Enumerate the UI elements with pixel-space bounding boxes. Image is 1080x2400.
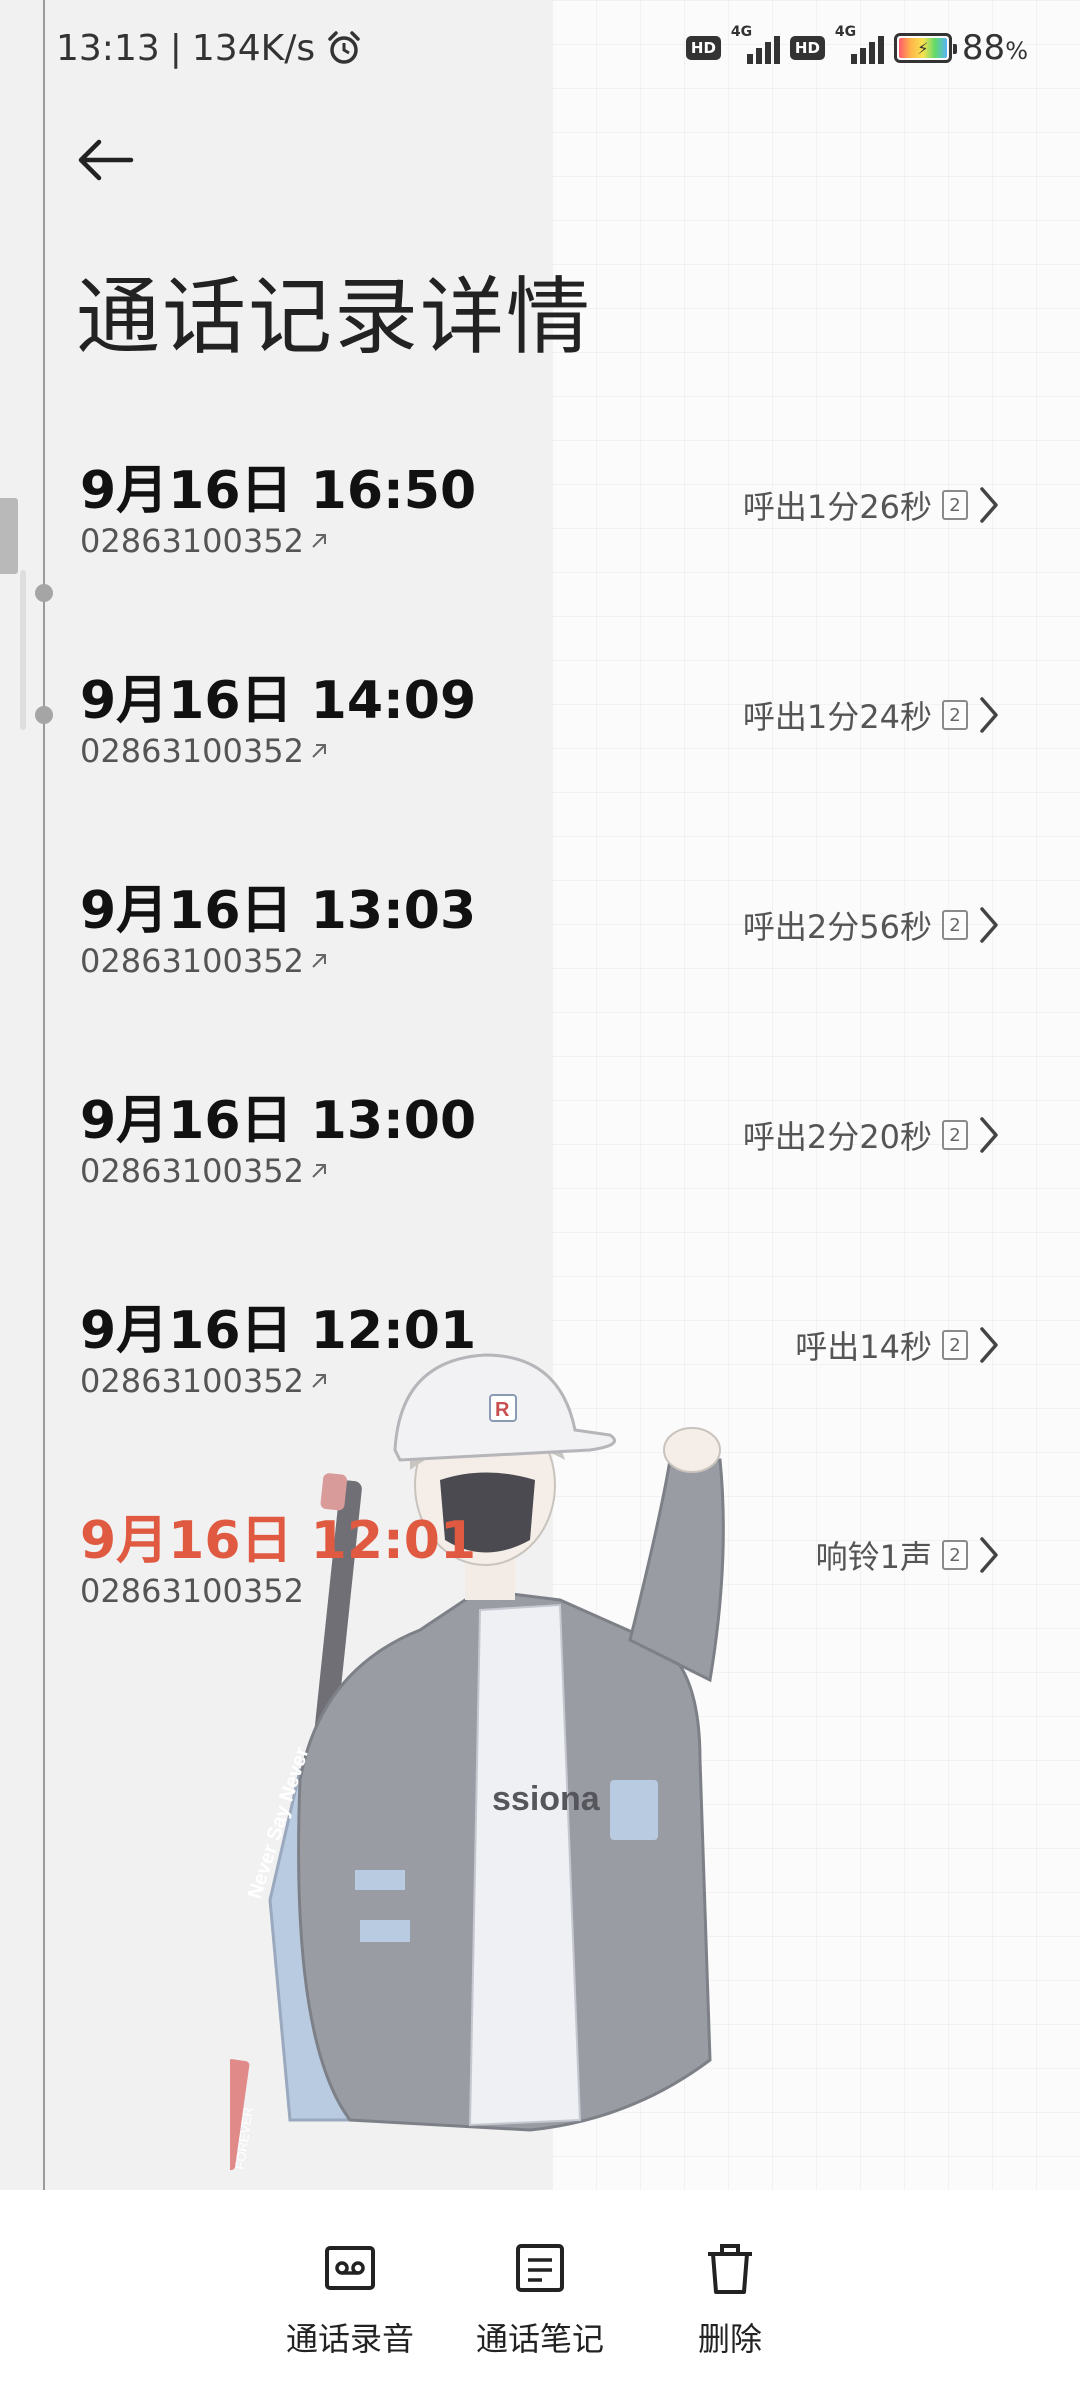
page-title: 通话记录详情: [76, 268, 593, 366]
call-record-row[interactable]: 9月16日 13:03 02863100352 呼出2分56秒 2: [0, 860, 1080, 1070]
chevron-right-icon[interactable]: [978, 1115, 1000, 1155]
call-time: 9月16日 12:01: [80, 1511, 477, 1571]
phone-number: 02863100352: [80, 1152, 330, 1190]
call-notes-button[interactable]: 通话笔记: [465, 2240, 615, 2400]
call-notes-label: 通话笔记: [475, 2320, 604, 2358]
call-record-list: 9月16日 16:50 02863100352 呼出1分26秒 2 9月16日 14:0…: [0, 440, 1080, 1700]
call-recording-label: 通话录音: [285, 2320, 414, 2358]
delete-label: 删除: [697, 2320, 762, 2358]
phone-number-text: 02863100352: [80, 1362, 304, 1400]
chevron-right-icon[interactable]: [978, 1325, 1000, 1365]
call-record-row[interactable]: 9月16日 14:09 02863100352 呼出1分24秒 2: [0, 650, 1080, 860]
chevron-right-icon[interactable]: [978, 695, 1000, 735]
call-record-row[interactable]: 9月16日 16:50 02863100352 呼出1分26秒 2: [0, 440, 1080, 650]
hd-badge-sim1: HD: [685, 36, 721, 60]
phone-number: 02863100352: [80, 942, 330, 980]
sim-card-icon: 2: [942, 910, 968, 940]
sim-card-icon: 2: [942, 1330, 968, 1360]
hd-badge-sim2: HD: [789, 36, 825, 60]
alarm-icon: [325, 29, 363, 67]
outgoing-call-icon: [312, 1164, 326, 1178]
battery-icon: ⚡: [893, 33, 957, 63]
network-speed: 134K/s: [191, 27, 316, 69]
separator: |: [169, 27, 182, 69]
call-detail-group[interactable]: 呼出2分56秒 2: [743, 900, 1000, 950]
network-type-sim1: 4G: [730, 24, 753, 40]
phone-number-text: 02863100352: [80, 732, 304, 770]
phone-number-text: 02863100352: [80, 522, 304, 560]
call-detail-group[interactable]: 响铃1声 2: [816, 1530, 1000, 1580]
chevron-right-icon[interactable]: [978, 485, 1000, 525]
phone-number: 02863100352: [80, 1362, 330, 1400]
sim-card-icon: 2: [942, 700, 968, 730]
call-record-row[interactable]: 9月16日 12:01 02863100352 响铃1声 2: [0, 1490, 1080, 1700]
phone-number: 02863100352: [80, 522, 330, 560]
call-detail-group[interactable]: 呼出1分26秒 2: [743, 480, 1000, 530]
call-recording-button[interactable]: 通话录音: [275, 2240, 425, 2400]
bottom-action-bar: 通话录音 通话笔记 删除: [0, 2190, 1080, 2400]
outgoing-call-icon: [312, 1374, 326, 1388]
phone-number-text: 02863100352: [80, 942, 304, 980]
sim-card-icon: 2: [942, 1120, 968, 1150]
call-time: 9月16日 13:03: [80, 881, 477, 941]
phone-number: 02863100352: [80, 1572, 304, 1610]
signal-icon-sim2: 4G: [835, 24, 884, 64]
outgoing-call-icon: [312, 744, 326, 758]
call-time: 9月16日 16:50: [80, 461, 477, 521]
network-type-sim2: 4G: [834, 24, 857, 40]
status-right: HD 4G HD 4G ⚡ 88%: [685, 24, 1028, 68]
trash-icon: [708, 2244, 752, 2294]
outgoing-call-icon: [312, 954, 326, 968]
call-record-row[interactable]: 9月16日 12:01 02863100352 呼出14秒 2: [0, 1280, 1080, 1490]
phone-number: 02863100352: [80, 732, 330, 770]
clock: 13:13: [56, 27, 160, 69]
call-duration: 呼出1分24秒: [742, 698, 932, 736]
call-time: 9月16日 13:00: [80, 1091, 477, 1151]
call-duration: 呼出1分26秒: [742, 488, 932, 526]
phone-number-text: 02863100352: [80, 1572, 304, 1610]
arrow-left-icon: [78, 139, 134, 181]
shirt-text: ssiona: [492, 1780, 601, 1818]
call-detail-group[interactable]: 呼出2分20秒 2: [743, 1110, 1000, 1160]
status-left: 13:13 | 134K/s: [56, 28, 363, 69]
outgoing-call-icon: [312, 534, 326, 548]
delete-button[interactable]: 删除: [655, 2240, 805, 2400]
call-detail-group[interactable]: 呼出14秒 2: [795, 1320, 1000, 1370]
call-record-row[interactable]: 9月16日 13:00 02863100352 呼出2分20秒 2: [0, 1070, 1080, 1280]
call-duration: 呼出2分56秒: [742, 908, 932, 946]
battery-level: 88%: [961, 28, 1028, 68]
call-duration: 呼出14秒: [795, 1328, 932, 1366]
call-duration: 响铃1声: [815, 1538, 932, 1576]
status-bar: 13:13 | 134K/s HD 4G HD 4G ⚡ 88%: [0, 0, 1080, 96]
signal-icon-sim1: 4G: [731, 24, 780, 64]
back-button[interactable]: [70, 130, 140, 190]
recording-icon: [325, 2246, 375, 2290]
call-time: 9月16日 14:09: [80, 671, 477, 731]
note-icon: [516, 2244, 564, 2292]
phone-number-text: 02863100352: [80, 1152, 304, 1190]
chevron-right-icon[interactable]: [978, 905, 1000, 945]
chevron-right-icon[interactable]: [978, 1535, 1000, 1575]
call-detail-group[interactable]: 呼出1分24秒 2: [743, 690, 1000, 740]
sim-card-icon: 2: [942, 1540, 968, 1570]
call-duration: 呼出2分20秒: [742, 1118, 932, 1156]
sim-card-icon: 2: [942, 490, 968, 520]
charging-bolt-icon: ⚡: [898, 38, 947, 58]
call-time: 9月16日 12:01: [80, 1301, 477, 1361]
